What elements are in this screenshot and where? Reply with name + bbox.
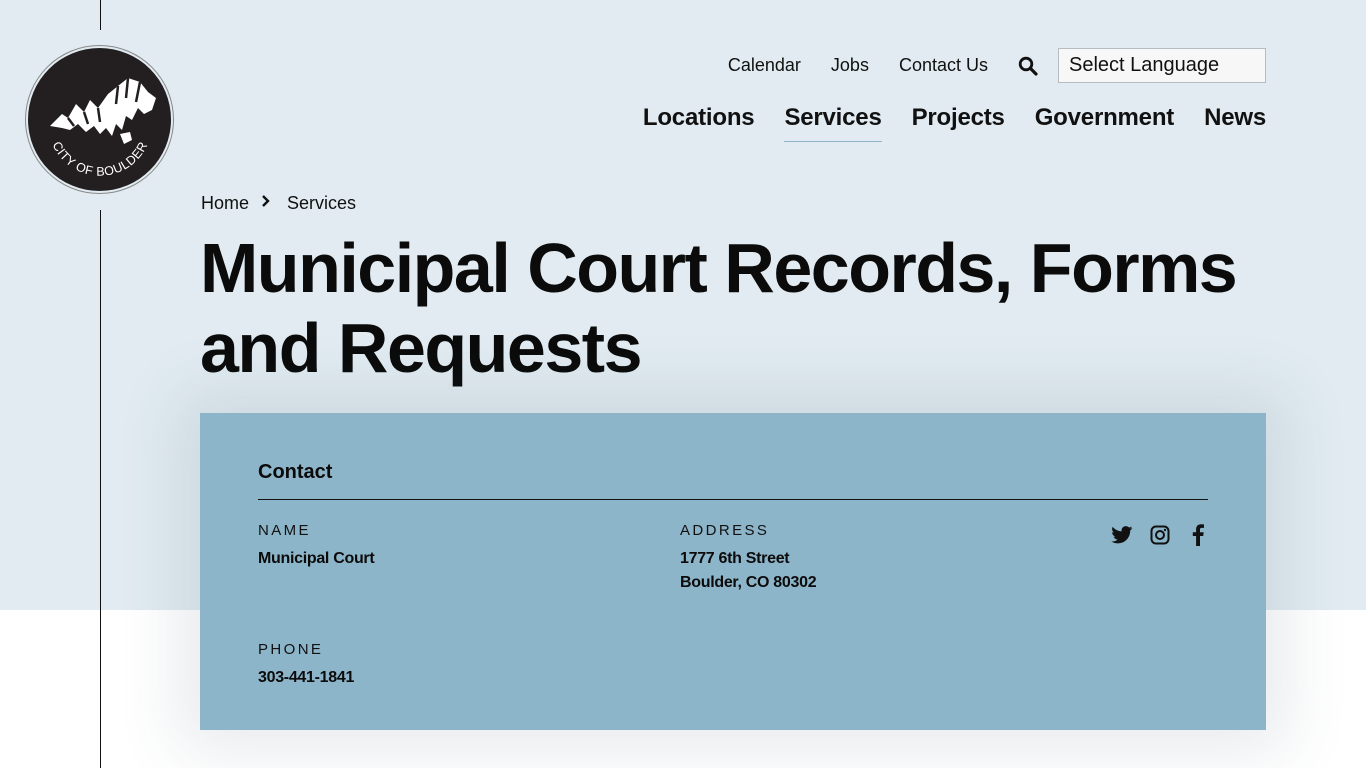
instagram-link[interactable]	[1148, 523, 1172, 547]
breadcrumb-services[interactable]: Services	[287, 193, 356, 214]
main-nav: Locations Services Projects Government N…	[643, 104, 1266, 142]
search-button[interactable]	[1018, 56, 1038, 76]
utility-link-jobs[interactable]: Jobs	[831, 55, 869, 76]
facebook-icon	[1192, 524, 1204, 546]
utility-link-calendar[interactable]: Calendar	[728, 55, 801, 76]
address-line-2: Boulder, CO 80302	[680, 574, 817, 591]
mountain-logo-icon: CITY OF BOULDER	[28, 48, 171, 191]
phone-value[interactable]: 303-441-1841	[258, 666, 354, 690]
twitter-icon	[1111, 526, 1133, 544]
nav-item-locations[interactable]: Locations	[643, 104, 755, 138]
city-of-boulder-logo[interactable]: CITY OF BOULDER	[28, 48, 171, 191]
address-line-1: 1777 6th Street	[680, 550, 790, 567]
nav-item-projects[interactable]: Projects	[912, 104, 1005, 138]
decorative-vertical-line	[100, 210, 101, 768]
contact-card: Contact NAME Municipal Court ADDRESS 177…	[200, 413, 1266, 730]
address-label: ADDRESS	[680, 522, 770, 539]
instagram-icon	[1150, 525, 1170, 545]
nav-item-government[interactable]: Government	[1035, 104, 1175, 138]
name-label: NAME	[258, 522, 311, 539]
decorative-vertical-line	[100, 0, 101, 30]
utility-link-contact-us[interactable]: Contact Us	[899, 55, 988, 76]
nav-item-news[interactable]: News	[1204, 104, 1266, 138]
social-links	[1110, 523, 1210, 547]
phone-label: PHONE	[258, 641, 324, 658]
divider	[258, 499, 1208, 500]
facebook-link[interactable]	[1186, 523, 1210, 547]
name-value: Municipal Court	[258, 550, 375, 567]
twitter-link[interactable]	[1110, 523, 1134, 547]
breadcrumb-home[interactable]: Home	[201, 193, 249, 214]
utility-nav: Calendar Jobs Contact Us Select Language	[728, 48, 1266, 83]
search-icon	[1018, 56, 1038, 76]
breadcrumb: Home Services	[201, 193, 356, 214]
contact-heading: Contact	[258, 461, 333, 483]
language-select[interactable]: Select Language	[1058, 48, 1266, 83]
page-title: Municipal Court Records, Forms and Reque…	[200, 229, 1238, 387]
nav-item-services[interactable]: Services	[784, 104, 882, 142]
chevron-right-icon	[261, 194, 271, 213]
